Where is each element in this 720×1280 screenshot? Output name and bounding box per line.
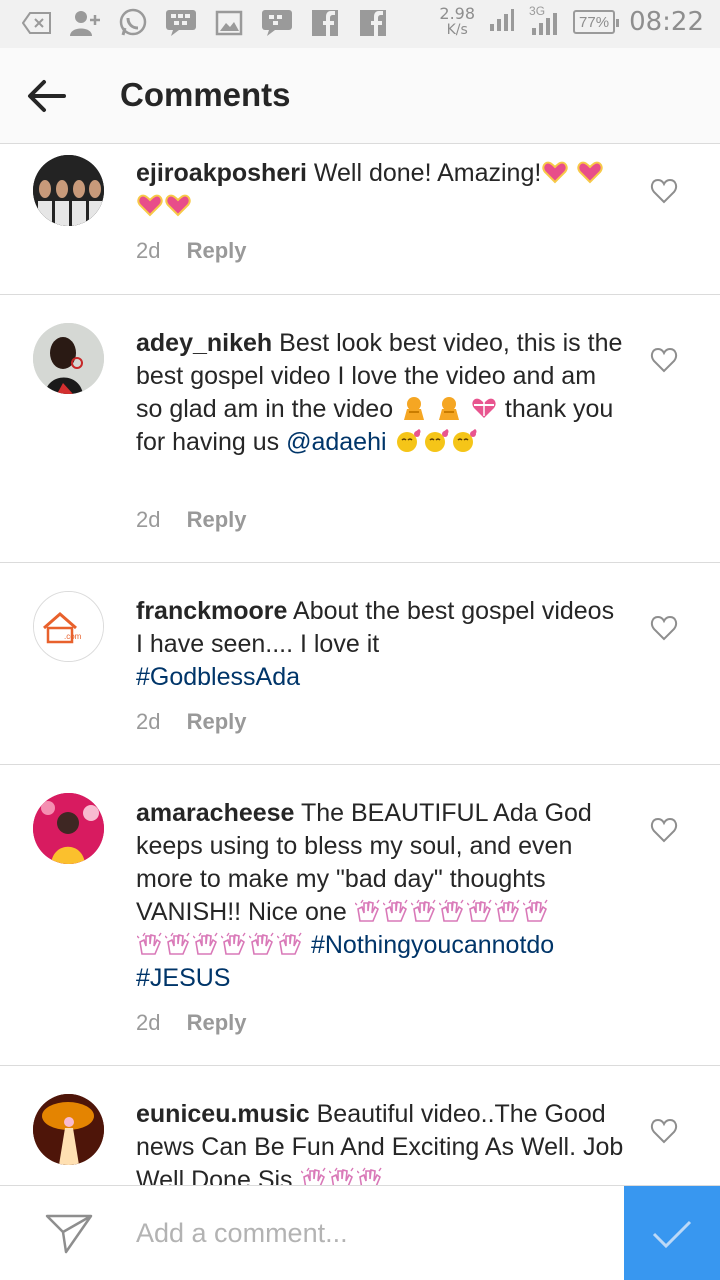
avatar[interactable]: .com <box>33 591 104 662</box>
hashtag-link[interactable]: #Nothingyoucannotdo <box>311 931 554 959</box>
clapping-hands-emoji <box>355 899 381 923</box>
like-heart-icon[interactable] <box>650 1118 678 1144</box>
comment-text: ejiroakposheri Well done! Amazing! <box>136 157 624 223</box>
comment-username[interactable]: amaracheese <box>136 799 294 827</box>
signal-icon <box>489 8 515 37</box>
comment-username[interactable]: franckmoore <box>136 597 287 625</box>
sparkling-heart-emoji <box>542 160 568 184</box>
comment-meta: 2d Reply <box>136 709 247 735</box>
battery-indicator: 77% <box>573 10 620 34</box>
sparkling-heart-emoji <box>577 160 603 184</box>
clapping-hands-emoji-group <box>354 898 550 926</box>
comment-time: 2d <box>136 709 161 734</box>
facebook-icon <box>308 8 342 38</box>
clapping-hands-emoji <box>495 899 521 923</box>
sparkling-heart-emoji <box>137 193 163 217</box>
comment-time: 2d <box>136 1010 161 1035</box>
comment-item: adey_nikeh Best look best video, this is… <box>0 295 720 563</box>
clapping-hands-emoji-group <box>136 931 304 959</box>
clapping-hands-emoji <box>411 899 437 923</box>
clapping-hands-emoji <box>439 899 465 923</box>
comment-username[interactable]: ejiroakposheri <box>136 159 307 187</box>
post-comment-button[interactable] <box>624 1186 720 1280</box>
comment-composer <box>0 1185 720 1280</box>
add-contact-icon <box>68 8 102 38</box>
hashtag-link[interactable]: #JESUS <box>136 964 230 992</box>
arrow-left-icon <box>28 80 66 112</box>
signal-3g-icon: 3G <box>529 4 559 36</box>
comment-text: euniceu.music Beautiful video..The Good … <box>136 1098 624 1185</box>
person-bowing-emoji <box>436 396 462 420</box>
comment-time: 2d <box>136 238 161 263</box>
facebook-icon <box>356 8 390 38</box>
clapping-hands-emoji <box>301 1167 327 1185</box>
hashtag-link[interactable]: #GodblessAda <box>136 663 300 691</box>
gallery-icon <box>212 8 246 38</box>
avatar[interactable] <box>33 793 104 864</box>
heart-with-ribbon-emoji <box>471 396 497 420</box>
status-bar-notifications <box>20 8 390 38</box>
comment-meta: 2d Reply <box>136 1010 247 1036</box>
avatar[interactable] <box>33 323 104 394</box>
comment-meta: 2d Reply <box>136 507 247 533</box>
reply-button[interactable]: Reply <box>187 507 247 532</box>
kissing-heart-face-emoji <box>395 429 421 453</box>
clapping-hands-emoji <box>523 899 549 923</box>
clapping-hands-emoji <box>329 1167 355 1185</box>
comment-item: ejiroakposheri Well done! Amazing! 2d Re… <box>0 145 720 295</box>
comment-text: adey_nikeh Best look best video, this is… <box>136 327 624 459</box>
like-heart-icon[interactable] <box>650 615 678 641</box>
like-heart-icon[interactable] <box>650 347 678 373</box>
checkmark-icon <box>652 1220 692 1248</box>
comment-text: amaracheese The BEAUTIFUL Ada God keeps … <box>136 797 624 995</box>
notification-icon <box>20 8 54 38</box>
svg-text:.com: .com <box>64 632 82 641</box>
like-heart-icon[interactable] <box>650 178 678 204</box>
reply-button[interactable]: Reply <box>187 709 247 734</box>
comment-username[interactable]: euniceu.music <box>136 1100 310 1128</box>
clapping-hands-emoji <box>249 932 275 956</box>
comment-username[interactable]: adey_nikeh <box>136 329 272 357</box>
app-bar: Comments <box>0 48 720 144</box>
comment-item: amaracheese The BEAUTIFUL Ada God keeps … <box>0 765 720 1066</box>
comment-body: Well done! Amazing! <box>313 159 542 187</box>
like-heart-icon[interactable] <box>650 817 678 843</box>
bbm-chat-icon <box>260 8 294 38</box>
clapping-hands-emoji <box>277 932 303 956</box>
clapping-hands-emoji <box>221 932 247 956</box>
avatar[interactable] <box>33 1094 104 1165</box>
clapping-hands-emoji <box>193 932 219 956</box>
comment-time: 2d <box>136 507 161 532</box>
reply-button[interactable]: Reply <box>187 1010 247 1035</box>
direct-send-icon[interactable] <box>44 1212 94 1256</box>
whatsapp-icon <box>116 8 150 38</box>
comment-item: .com franckmoore About the best gospel v… <box>0 563 720 765</box>
person-bowing-emoji <box>401 396 427 420</box>
status-bar: 2.98 K/s 3G 77% 08:22 <box>0 0 720 48</box>
clapping-hands-emoji <box>357 1167 383 1185</box>
clapping-hands-emoji <box>467 899 493 923</box>
clapping-hands-emoji <box>383 899 409 923</box>
comments-list[interactable]: ejiroakposheri Well done! Amazing! 2d Re… <box>0 145 720 1185</box>
bbm-icon <box>164 8 198 38</box>
comment-meta: 2d Reply <box>136 238 247 264</box>
back-button[interactable] <box>24 74 70 118</box>
kissing-heart-face-emoji <box>423 429 449 453</box>
clapping-hands-emoji <box>165 932 191 956</box>
status-bar-system: 2.98 K/s 3G 77% 08:22 <box>439 4 704 39</box>
kissing-heart-face-emoji <box>451 429 477 453</box>
network-speed: 2.98 K/s <box>439 4 476 39</box>
reply-button[interactable]: Reply <box>187 238 247 263</box>
clapping-hands-emoji <box>137 932 163 956</box>
page-title: Comments <box>120 76 291 113</box>
status-clock: 08:22 <box>629 7 704 37</box>
comment-item: euniceu.music Beautiful video..The Good … <box>0 1066 720 1185</box>
comment-input[interactable] <box>136 1210 606 1256</box>
mention-link[interactable]: @adaehi <box>286 428 386 456</box>
avatar[interactable] <box>33 155 104 226</box>
sparkling-heart-emoji <box>165 193 191 217</box>
comment-text: franckmoore About the best gospel videos… <box>136 595 624 694</box>
